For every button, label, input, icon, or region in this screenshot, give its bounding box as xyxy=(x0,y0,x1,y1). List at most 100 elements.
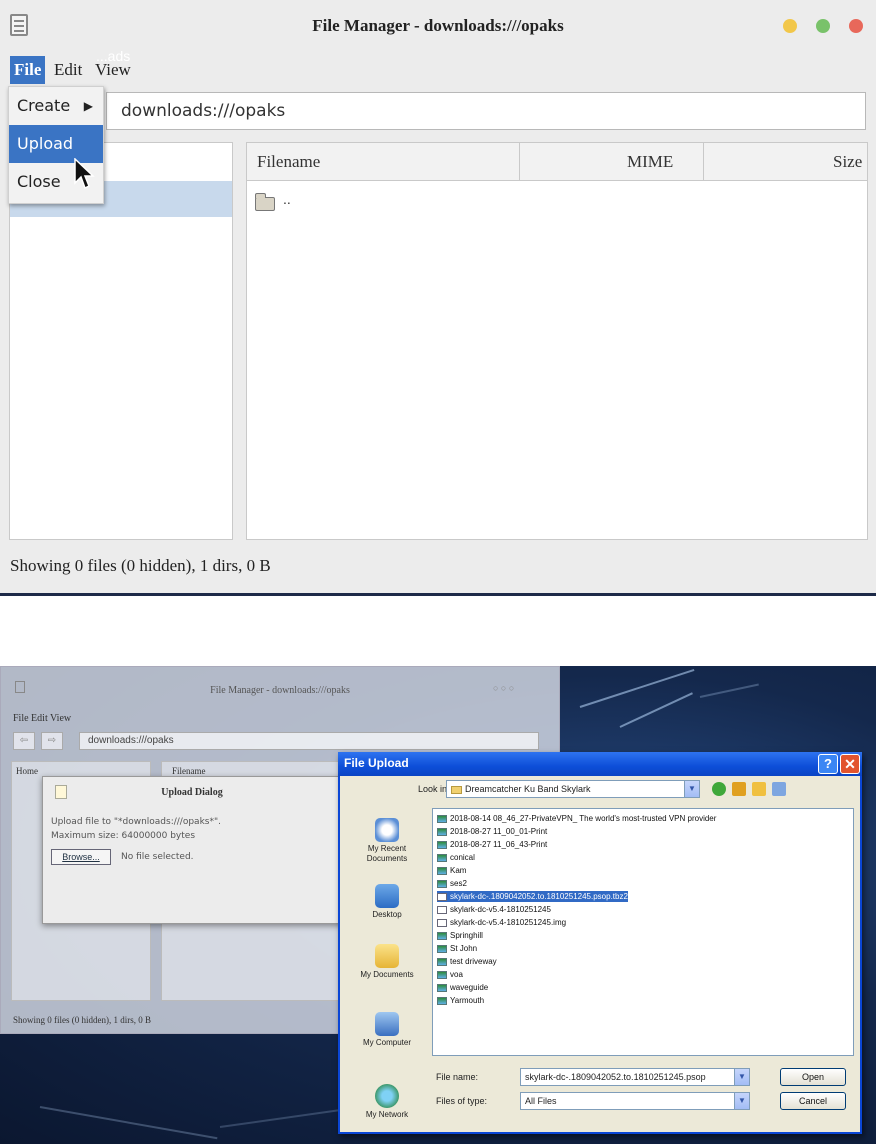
back-icon[interactable]: ⇦ xyxy=(13,732,35,750)
background-sidebar-home[interactable]: Home xyxy=(16,766,38,776)
place-label: Desktop xyxy=(372,910,402,919)
folder-icon xyxy=(255,193,275,211)
file-list-item[interactable]: St John xyxy=(437,943,477,954)
file-name: skylark-dc-v5.4-1810251245 xyxy=(450,905,551,914)
minimize-icon[interactable] xyxy=(783,19,797,33)
menu-item-create[interactable]: Create ▶ xyxy=(9,87,103,125)
views-menu-icon[interactable] xyxy=(772,782,786,796)
place-my-recent-documents[interactable]: My Recent Documents xyxy=(348,818,426,864)
image-file-icon xyxy=(437,853,447,862)
file-list-item[interactable]: Springhill xyxy=(437,930,483,941)
column-header-size[interactable]: Size xyxy=(833,143,862,181)
cancel-button[interactable]: Cancel xyxy=(780,1092,846,1110)
back-icon[interactable] xyxy=(712,782,726,796)
forward-icon[interactable]: ⇨ xyxy=(41,732,63,750)
image-file-icon xyxy=(437,866,447,875)
file-list: Filename MIME Size .. xyxy=(246,142,868,540)
column-header-filename[interactable]: Filename xyxy=(257,143,320,181)
file-list-item[interactable]: 2018-08-14 08_46_27-PrivateVPN_ The worl… xyxy=(437,813,716,824)
place-my-documents[interactable]: My Documents xyxy=(348,944,426,980)
image-file-icon xyxy=(437,931,447,940)
file-upload-dialog: File Upload ? ✕ Look in: Dreamcatcher Ku… xyxy=(338,752,862,1134)
browse-button[interactable]: Browse... xyxy=(51,849,111,865)
file-list-item[interactable]: test driveway xyxy=(437,956,497,967)
image-file-icon xyxy=(437,879,447,888)
files-of-type-select[interactable]: All Files ▼ xyxy=(520,1092,750,1110)
file-list-item[interactable]: 2018-08-27 11_00_01-Print xyxy=(437,826,547,837)
place-label: My Computer xyxy=(362,1038,411,1047)
menu-edit[interactable]: Edit xyxy=(50,56,86,84)
file-name: skylark-dc-v5.4-1810251245.img xyxy=(450,918,567,927)
file-name: 2018-08-27 11_00_01-Print xyxy=(450,827,548,836)
no-file-selected-text: No file selected. xyxy=(121,852,194,862)
file-name: test driveway xyxy=(450,957,497,966)
address-field[interactable]: downloads:///opaks xyxy=(106,92,866,130)
file-list-item[interactable]: skylark-dc-.1809042052.to.1810251245.pso… xyxy=(437,891,628,902)
place-label: My Documents xyxy=(360,970,414,979)
image-file-icon xyxy=(437,983,447,992)
place-label: My Network xyxy=(365,1110,409,1119)
file-upload-title: File Upload xyxy=(344,756,409,770)
file-name: ses2 xyxy=(450,879,467,888)
file-upload-title-bar: File Upload ? ✕ xyxy=(338,752,862,776)
upload-max-size-text: Maximum size: 64000000 bytes xyxy=(51,831,196,841)
my-network-icon xyxy=(375,1084,399,1108)
chevron-down-icon[interactable]: ▼ xyxy=(684,781,699,797)
close-icon[interactable]: ✕ xyxy=(840,754,860,774)
place-my-network[interactable]: My Network xyxy=(348,1084,426,1120)
look-in-combo[interactable]: Dreamcatcher Ku Band Skylark ▼ xyxy=(446,780,700,798)
menu-file[interactable]: File xyxy=(10,56,46,84)
chevron-down-icon[interactable]: ▼ xyxy=(734,1069,749,1085)
image-file-icon xyxy=(437,970,447,979)
maximize-icon[interactable] xyxy=(816,19,830,33)
close-icon[interactable] xyxy=(849,19,863,33)
file-list-item[interactable]: voa xyxy=(437,969,463,980)
column-header-mime[interactable]: MIME xyxy=(627,143,673,181)
up-folder-icon[interactable] xyxy=(732,782,746,796)
window-title: File Manager - downloads:///opaks xyxy=(312,16,564,35)
file-list-item[interactable]: waveguide xyxy=(437,982,488,993)
new-folder-icon[interactable] xyxy=(752,782,766,796)
my-documents-icon xyxy=(375,944,399,968)
file-name-input[interactable]: skylark-dc-.1809042052.to.1810251245.pso… xyxy=(520,1068,750,1086)
mouse-cursor-icon xyxy=(74,158,95,190)
file-name: Springhill xyxy=(450,931,483,940)
file-list-item[interactable]: 2018-08-27 11_06_43-Print xyxy=(437,839,547,850)
place-my-computer[interactable]: My Computer xyxy=(348,1012,426,1048)
background-window-title: File Manager - downloads:///opaks xyxy=(210,685,350,696)
file-icon xyxy=(437,905,447,914)
file-list-item[interactable]: Kam xyxy=(437,865,466,876)
menu-item-label: Upload xyxy=(17,134,74,153)
file-name: 2018-08-27 11_06_43-Print xyxy=(450,840,548,849)
parent-dir-row[interactable]: .. xyxy=(283,191,291,207)
place-label: My Recent Documents xyxy=(366,844,408,863)
folder-icon xyxy=(451,785,462,794)
place-desktop[interactable]: Desktop xyxy=(348,884,426,920)
file-name: St John xyxy=(450,944,478,953)
file-list: 2018-08-14 08_46_27-PrivateVPN_ The worl… xyxy=(432,808,854,1056)
help-icon[interactable]: ? xyxy=(818,754,838,774)
menu-bar: File Edit View xyxy=(0,54,876,86)
file-list-item[interactable]: skylark-dc-v5.4-1810251245.img xyxy=(437,917,566,928)
image-file-icon xyxy=(437,944,447,953)
places-bar: My Recent Documents Desktop My Documents… xyxy=(348,808,426,1126)
file-name: Yarmouth xyxy=(450,996,485,1005)
upload-dialog: Upload Dialog Upload file to "*downloads… xyxy=(42,776,342,924)
file-list-item[interactable]: ses2 xyxy=(437,878,467,889)
title-bar: File Manager - downloads:///opaks xyxy=(0,0,876,54)
file-manager-window: File Manager - downloads:///opaks File E… xyxy=(0,0,876,596)
file-name-label: File name: xyxy=(436,1072,479,1082)
files-of-type-value: All Files xyxy=(525,1096,557,1106)
desktop-screenshot: File Manager - downloads:///opaks ○ ○ ○ … xyxy=(0,666,876,1144)
file-list-item[interactable]: Yarmouth xyxy=(437,995,484,1006)
background-address-field[interactable]: downloads:///opaks xyxy=(79,732,539,750)
open-button[interactable]: Open xyxy=(780,1068,846,1086)
file-list-item[interactable]: conical xyxy=(437,852,475,863)
file-name-value: skylark-dc-.1809042052.to.1810251245.pso… xyxy=(525,1072,706,1082)
my-computer-icon xyxy=(375,1012,399,1036)
file-name: waveguide xyxy=(450,983,489,992)
image-file-icon xyxy=(437,840,447,849)
menu-item-label: Close xyxy=(17,172,61,191)
chevron-down-icon[interactable]: ▼ xyxy=(734,1093,749,1109)
file-list-item[interactable]: skylark-dc-v5.4-1810251245 xyxy=(437,904,551,915)
